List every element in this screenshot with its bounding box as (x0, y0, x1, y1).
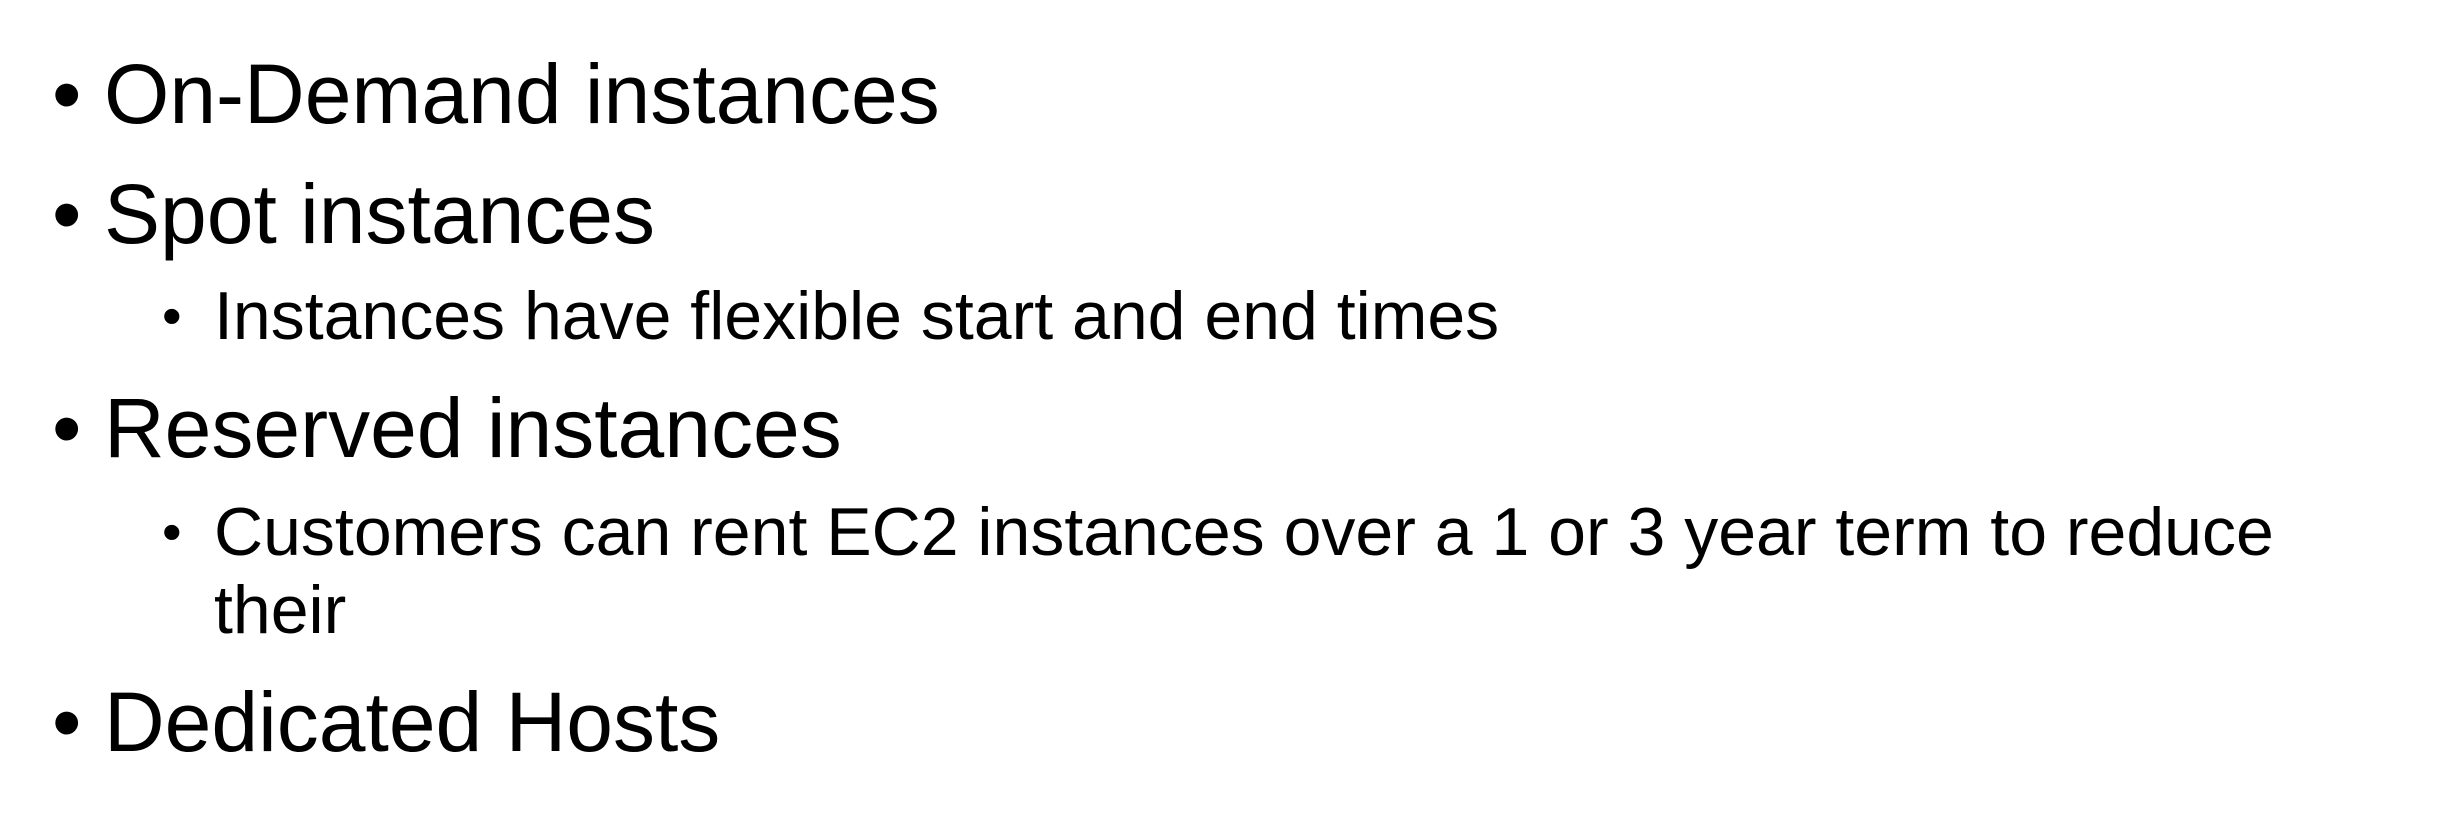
sub-item-text: their (214, 572, 347, 648)
bullet-list-slide: • On-Demand instances • Spot instances •… (0, 0, 2442, 836)
bullet-icon: • (52, 381, 82, 475)
bullet-icon: • (52, 47, 82, 141)
bullet-icon: • (162, 500, 182, 563)
bullet-icon: • (52, 167, 82, 261)
bullet-icon: • (162, 284, 182, 347)
list-item-text: Reserved instances (104, 381, 842, 475)
list-item-text: Dedicated Hosts (104, 675, 721, 769)
sub-item-text: Instances have flexible start and end ti… (214, 278, 1500, 354)
list-item-text: On-Demand instances (104, 47, 940, 141)
list-item-text: Spot instances (104, 167, 656, 261)
bullet-icon: • (52, 675, 82, 769)
sub-item-text: Customers can rent EC2 instances over a … (214, 494, 2274, 570)
